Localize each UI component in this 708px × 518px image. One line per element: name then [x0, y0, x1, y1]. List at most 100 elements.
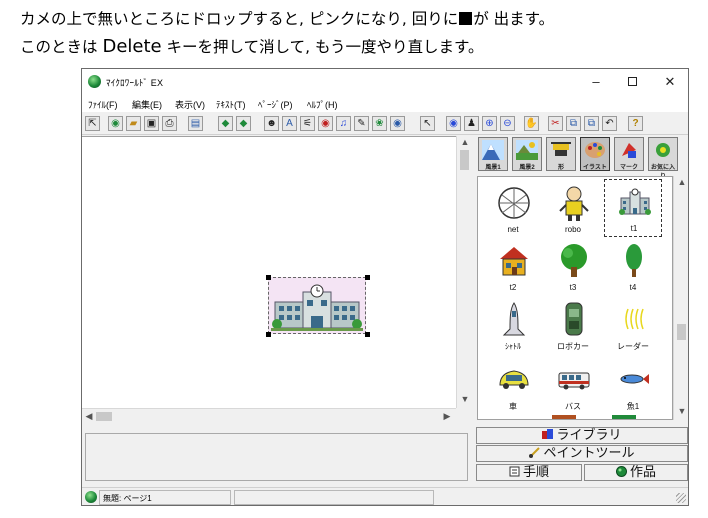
library-item-bus[interactable]: バス — [544, 357, 602, 415]
globe-app-icon — [88, 75, 101, 88]
stage-canvas[interactable] — [82, 136, 456, 408]
category-tabs: 風景1 風景2 形 イラスト マーク お気に入り — [476, 136, 688, 180]
scroll-right-arrow-icon[interactable]: ▶ — [440, 411, 454, 422]
watch-button[interactable]: ◉ — [446, 116, 461, 131]
landscape-icon — [516, 140, 538, 160]
scroll-up-arrow-icon[interactable]: ▲ — [458, 137, 472, 147]
library-item-t2[interactable]: t2 — [484, 239, 542, 297]
character-tool-button[interactable]: ☻ — [264, 116, 279, 131]
close-button[interactable]: ✕ — [652, 71, 688, 93]
cut-button[interactable]: ✂ — [548, 116, 563, 131]
category-label: 風景1 — [485, 165, 501, 171]
favorite-icon — [656, 143, 670, 157]
status-cell-empty — [234, 490, 434, 505]
stop-hand-button[interactable]: ✋ — [524, 116, 539, 131]
library-item-robocar[interactable]: ロボカー — [544, 297, 602, 355]
scroll-up-arrow-icon[interactable]: ▲ — [675, 177, 688, 187]
library-item-t4[interactable]: t4 — [604, 239, 662, 297]
resize-handle-ne[interactable] — [365, 275, 370, 280]
maximize-button[interactable] — [614, 71, 650, 93]
scroll-down-arrow-icon[interactable]: ▼ — [458, 394, 472, 404]
notebook-icon — [509, 466, 520, 477]
draw-tool-button[interactable]: ⚟ — [300, 116, 315, 131]
paint-tool-button[interactable]: ペイントツール — [476, 445, 688, 462]
next-page-button[interactable]: ◆ — [236, 116, 251, 131]
partial-item-strip — [612, 415, 636, 419]
resize-grip-icon[interactable] — [676, 493, 686, 503]
works-button[interactable]: 作品 — [584, 464, 688, 481]
menu-view[interactable]: 表示(V) — [175, 98, 205, 111]
prev-page-button[interactable]: ◆ — [218, 116, 233, 131]
mountain-icon — [482, 140, 504, 160]
canvas-vertical-scrollbar[interactable]: ▲ ▼ — [456, 136, 472, 408]
caption-line-2-text: このときは — [20, 38, 98, 56]
library-item-label: robo — [564, 225, 581, 234]
category-illustration[interactable]: イラスト — [580, 137, 610, 171]
menu-edit[interactable]: 編集(E) — [132, 98, 162, 111]
globe-icon — [615, 466, 627, 477]
category-label: 風景2 — [519, 165, 535, 171]
resize-handle-nw[interactable] — [266, 275, 271, 280]
effect-tool-button[interactable]: ❀ — [372, 116, 387, 131]
resize-handle-sw[interactable] — [266, 332, 271, 337]
text-tool-button[interactable]: A — [282, 116, 297, 131]
undo-button[interactable]: ↶ — [602, 116, 617, 131]
category-mark[interactable]: マーク — [614, 137, 644, 171]
library-button[interactable]: ライブラリ — [476, 427, 688, 444]
music-tool-button[interactable]: ♫ — [336, 116, 351, 131]
save-button[interactable]: ▣ — [144, 116, 159, 131]
library-vertical-scrollbar[interactable]: ▲ ▼ — [673, 176, 688, 420]
message-pane — [82, 424, 472, 484]
copy-button[interactable]: ⧉ — [566, 116, 581, 131]
minimize-button[interactable]: – — [578, 71, 614, 93]
procedure-button-label: 手順 — [522, 465, 549, 480]
new-world-button[interactable]: ◉ — [108, 116, 123, 131]
print-button[interactable]: ⎙ — [162, 116, 177, 131]
scroll-left-arrow-icon[interactable]: ◀ — [82, 411, 96, 422]
select-arrow-button[interactable]: ↖ — [420, 116, 435, 131]
library-item-t3[interactable]: t3 — [544, 239, 602, 297]
eye-tool-button[interactable]: ◉ — [318, 116, 333, 131]
paste-button[interactable]: ⧉ — [584, 116, 599, 131]
library-item-robo[interactable]: robo — [544, 181, 602, 239]
category-landscape2[interactable]: 風景2 — [512, 137, 542, 171]
message-box[interactable] — [85, 433, 468, 481]
menu-bar: ﾌｧｲﾙ(F) 編集(E) 表示(V) ﾃｷｽﾄ(T) ﾍﾟｰｼﾞ(P) ﾍﾙﾌ… — [82, 95, 688, 112]
canvas-horizontal-scrollbar[interactable]: ◀ ▶ — [82, 408, 456, 424]
canvas-vscroll-thumb[interactable] — [460, 150, 469, 170]
canvas-hscroll-thumb[interactable] — [96, 412, 112, 421]
school-building-icon[interactable] — [271, 282, 363, 332]
library-scroll-thumb[interactable] — [677, 324, 686, 340]
scroll-down-arrow-icon[interactable]: ▼ — [675, 406, 688, 416]
category-shape[interactable]: 形 — [546, 137, 576, 171]
pointer-mode-button[interactable]: ⇱ — [85, 116, 100, 131]
library-item-car[interactable]: 車 — [484, 357, 542, 415]
menu-text[interactable]: ﾃｷｽﾄ(T) — [216, 98, 246, 111]
open-folder-button[interactable]: ▰ — [126, 116, 141, 131]
tree-icon — [561, 244, 587, 277]
menu-help[interactable]: ﾍﾙﾌﾟ(H) — [307, 98, 338, 111]
zoom-in-button[interactable]: ⊕ — [482, 116, 497, 131]
globe-tool-button[interactable]: ◉ — [390, 116, 405, 131]
net-ball-icon — [498, 187, 530, 219]
edit-tool-button[interactable]: ✎ — [354, 116, 369, 131]
zoom-out-button[interactable]: ⊖ — [500, 116, 515, 131]
help-button[interactable]: ? — [628, 116, 643, 131]
status-bar: 無題: ページ1 — [82, 487, 688, 505]
paintbrush-icon — [529, 447, 541, 458]
library-item-label: バス — [565, 402, 581, 411]
resize-handle-se[interactable] — [365, 332, 370, 337]
library-item-fish1[interactable]: 魚1 — [604, 357, 662, 415]
library-item-net[interactable]: net — [484, 181, 542, 239]
library-item-shuttle[interactable]: ｼｬﾄﾙ — [484, 297, 542, 355]
library-item-t1[interactable]: t1 — [604, 179, 662, 237]
page-list-button[interactable]: ▤ — [188, 116, 203, 131]
menu-file[interactable]: ﾌｧｲﾙ(F) — [88, 98, 118, 111]
menu-page[interactable]: ﾍﾟｰｼﾞ(P) — [258, 98, 293, 111]
library-item-label: t4 — [629, 283, 637, 292]
procedure-button[interactable]: 手順 — [476, 464, 582, 481]
library-item-radar[interactable]: レーダー — [604, 297, 662, 355]
person-button[interactable]: ♟ — [464, 116, 479, 131]
category-landscape1[interactable]: 風景1 — [478, 137, 508, 171]
category-favorites[interactable]: お気に入り — [648, 137, 678, 180]
